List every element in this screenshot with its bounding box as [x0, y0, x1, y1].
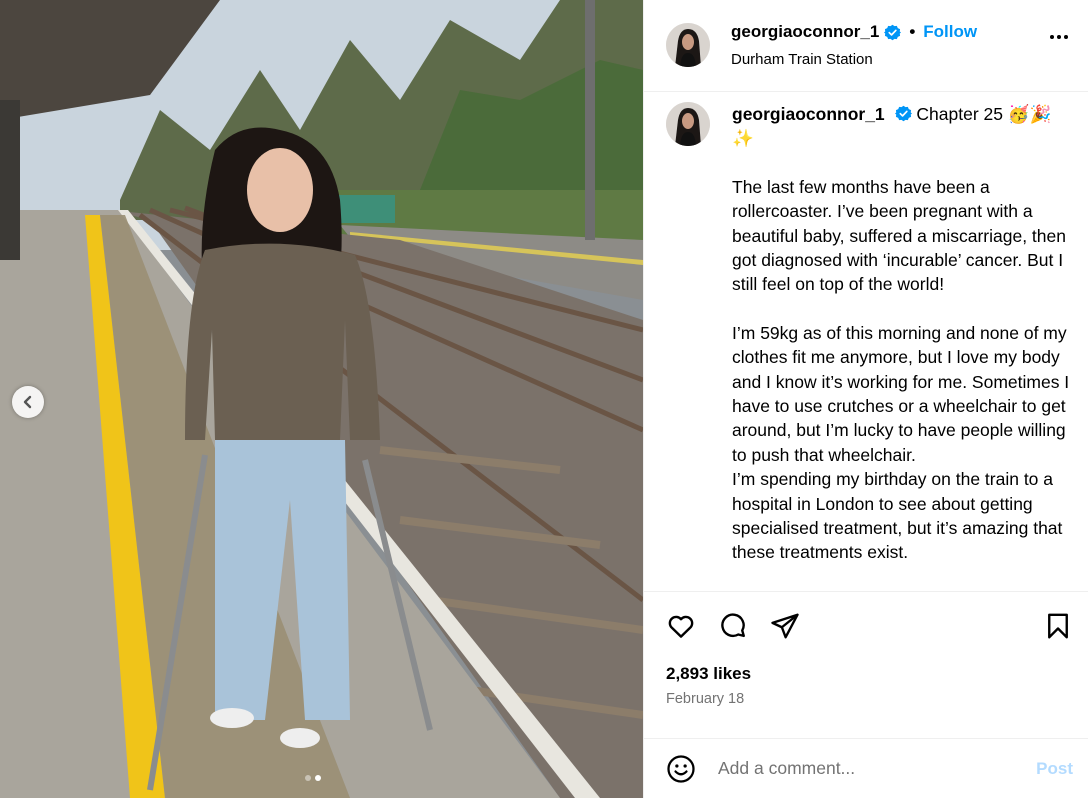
post-header: georgiaoconnor_1 • Follow Durham Train S…	[644, 0, 1088, 92]
caption-paragraph: I’m 59kg as of this morning and none of …	[732, 322, 1070, 465]
comment-icon[interactable]	[718, 611, 748, 641]
caption-avatar[interactable]	[666, 101, 710, 146]
author-username[interactable]: georgiaoconnor_1	[731, 22, 879, 42]
bookmark-icon[interactable]	[1043, 611, 1073, 646]
action-bar	[644, 592, 1088, 660]
post-dialog: georgiaoconnor_1 • Follow Durham Train S…	[0, 0, 1088, 798]
verified-badge-icon	[884, 24, 902, 41]
carousel-prev-button[interactable]	[12, 386, 44, 418]
caption-text: georgiaoconnor_1 Chapter 25 🥳🎉✨ The last…	[732, 102, 1072, 565]
more-options-icon[interactable]	[1050, 35, 1068, 39]
follow-button[interactable]: Follow	[923, 22, 977, 42]
header-user-row: georgiaoconnor_1 • Follow	[731, 22, 977, 42]
post-location[interactable]: Durham Train Station	[731, 51, 977, 68]
comment-composer: Post	[644, 738, 1088, 798]
post-photo	[0, 0, 643, 798]
post-side-panel: georgiaoconnor_1 • Follow Durham Train S…	[643, 0, 1088, 798]
post-date[interactable]: February 18	[644, 688, 1088, 710]
header-separator: •	[909, 22, 916, 42]
caption-area: georgiaoconnor_1 Chapter 25 🥳🎉✨ The last…	[644, 92, 1088, 593]
share-icon[interactable]	[770, 611, 800, 641]
avatar-image	[666, 23, 710, 68]
verified-badge-icon	[894, 105, 912, 122]
photo-scene	[0, 0, 643, 798]
author-avatar[interactable]	[666, 23, 710, 68]
caption-username[interactable]: georgiaoconnor_1	[732, 104, 885, 124]
likes-count[interactable]: 2,893 likes	[644, 660, 1088, 688]
caption-paragraph: The last few months have been a rollerco…	[732, 176, 1066, 295]
caption-row: georgiaoconnor_1 Chapter 25 🥳🎉✨ The last…	[666, 101, 1072, 565]
avatar-image	[666, 101, 710, 146]
caption-first-line: georgiaoconnor_1 Chapter 25 🥳🎉✨	[732, 102, 1072, 151]
carousel-dots	[305, 775, 321, 781]
comment-input[interactable]	[718, 758, 1008, 780]
caption-paragraph: I’m spending my birthday on the train to…	[732, 469, 1063, 563]
header-text: georgiaoconnor_1 • Follow Durham Train S…	[731, 22, 977, 68]
carousel-dot-active[interactable]	[315, 775, 321, 781]
post-comment-button[interactable]: Post	[1036, 759, 1073, 779]
emoji-icon[interactable]	[666, 754, 696, 784]
heart-icon[interactable]	[666, 611, 696, 641]
chevron-left-icon	[23, 395, 32, 409]
carousel-dot[interactable]	[305, 775, 311, 781]
